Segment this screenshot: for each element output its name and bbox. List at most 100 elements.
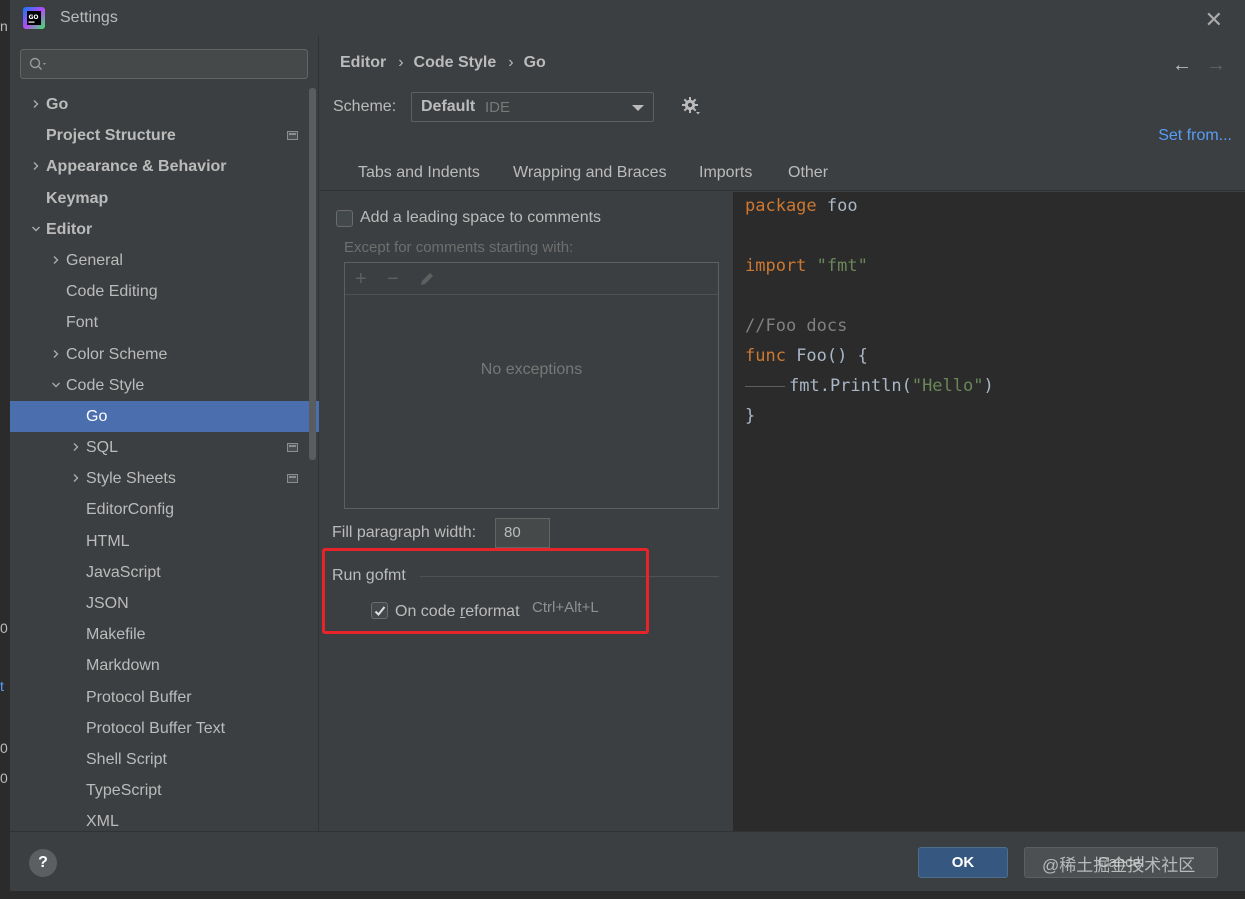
chevron-right-icon[interactable]: [52, 255, 60, 264]
scheme-label: Scheme:: [333, 98, 397, 115]
pencil-icon[interactable]: [418, 270, 436, 288]
arrow-left-icon[interactable]: ←: [1172, 54, 1192, 76]
code-line: //Foo docs: [745, 316, 847, 336]
breadcrumb-separator: ›: [508, 54, 514, 71]
sidebar-item[interactable]: SQL: [10, 432, 310, 463]
code-line: fmt.Println("Hello"): [745, 376, 994, 396]
arrow-right-icon[interactable]: →: [1206, 54, 1226, 76]
chevron-down-icon[interactable]: [52, 381, 60, 389]
sidebar-item-label: Protocol Buffer: [86, 688, 192, 706]
sidebar-item[interactable]: JavaScript: [10, 557, 310, 588]
tab-imports[interactable]: Imports: [699, 164, 752, 182]
code-token: }: [745, 406, 756, 426]
code-token: func: [745, 346, 786, 366]
code-style-tabs: Tabs and Indents Wrapping and Braces Imp…: [320, 152, 1245, 195]
sidebar-item[interactable]: EditorConfig: [10, 494, 310, 525]
sidebar-item-label: Font: [66, 314, 99, 332]
code-token: import: [745, 256, 807, 276]
tab-indicator: [745, 385, 785, 387]
title-bar[interactable]: GO Settings ✕: [10, 0, 1245, 36]
code-line: func Foo() {: [745, 346, 868, 366]
fill-paragraph-input[interactable]: 80: [495, 518, 550, 548]
sidebar-item[interactable]: HTML: [10, 526, 310, 557]
sidebar-item[interactable]: Project Structure: [10, 120, 310, 151]
sidebar-item[interactable]: Appearance & Behavior: [10, 151, 310, 182]
goland-icon: GO: [23, 7, 45, 29]
fill-paragraph-value: 80: [504, 524, 521, 541]
sidebar-item-label: Code Style: [66, 376, 145, 394]
ok-button[interactable]: OK: [918, 847, 1008, 878]
sidebar-item[interactable]: Protocol Buffer Text: [10, 713, 310, 744]
code-token: "fmt": [816, 256, 868, 276]
background-fragment: 0: [0, 740, 8, 756]
sidebar-scrollbar[interactable]: [309, 88, 316, 460]
background-fragment: t: [0, 678, 4, 694]
tab-other[interactable]: Other: [773, 164, 843, 195]
sidebar-item[interactable]: Go: [10, 400, 319, 433]
sidebar-item[interactable]: Style Sheets: [10, 463, 310, 494]
leading-space-label[interactable]: Add a leading space to comments: [360, 209, 601, 227]
svg-text:GO: GO: [29, 14, 39, 21]
chevron-right-icon[interactable]: [32, 162, 40, 171]
code-token: Foo() {: [785, 346, 868, 366]
remove-icon[interactable]: −: [387, 268, 399, 291]
gear-icon[interactable]: [681, 96, 701, 116]
sidebar-item[interactable]: JSON: [10, 588, 310, 619]
sidebar-item-label: General: [66, 251, 123, 269]
tab-tabs-and-indents[interactable]: Tabs and Indents: [358, 164, 480, 182]
sidebar-item-label: Makefile: [86, 626, 146, 644]
sidebar-item-label: JSON: [86, 595, 129, 612]
except-label: Except for comments starting with:: [344, 239, 574, 256]
no-exceptions-text: No exceptions: [480, 361, 583, 378]
sidebar-item[interactable]: Makefile: [10, 619, 310, 650]
sidebar-item[interactable]: Code Editing: [10, 276, 310, 307]
sidebar-item-label: Color Scheme: [66, 345, 168, 363]
scheme-dropdown[interactable]: Default IDE: [411, 92, 654, 122]
sidebar-item-label: SQL: [86, 439, 119, 457]
chevron-down-icon[interactable]: [32, 225, 40, 233]
sidebar-item-label: Markdown: [86, 657, 160, 675]
chevron-right-icon[interactable]: [72, 474, 80, 483]
add-icon[interactable]: +: [355, 268, 367, 291]
sidebar-item-label: JavaScript: [86, 563, 161, 581]
search-input[interactable]: [20, 49, 308, 79]
exceptions-list[interactable]: + − No exceptions: [344, 262, 719, 509]
sidebar-item-label: Keymap: [46, 189, 109, 207]
help-button[interactable]: ?: [29, 849, 57, 877]
sidebar-item[interactable]: Go: [10, 89, 310, 120]
close-icon[interactable]: ✕: [1205, 7, 1223, 33]
sidebar-item[interactable]: Editor: [10, 214, 310, 245]
leading-space-checkbox[interactable]: [336, 210, 353, 227]
breadcrumb-item[interactable]: Editor: [340, 54, 386, 71]
sidebar-item[interactable]: Keymap: [10, 183, 310, 214]
breadcrumb-item[interactable]: Code Style: [414, 54, 497, 71]
sidebar-item[interactable]: Code Style: [10, 370, 310, 401]
chevron-right-icon[interactable]: [52, 349, 60, 358]
fill-paragraph-label: Fill paragraph width:: [332, 524, 477, 541]
background-fragment: 0: [0, 770, 8, 786]
breadcrumb: Editor › Code Style › Go: [340, 54, 552, 72]
dialog-footer: ? OK Cancel @稀土掘金技术社区: [10, 831, 1245, 891]
sidebar-item-label: Style Sheets: [86, 470, 176, 488]
sidebar-item[interactable]: TypeScript: [10, 775, 310, 806]
settings-sidebar: Go Project Structure Appearance & Behavior…: [10, 36, 319, 831]
chevron-right-icon[interactable]: [32, 100, 40, 108]
sidebar-item[interactable]: Color Scheme: [10, 339, 310, 370]
sidebar-item[interactable]: Protocol Buffer: [10, 682, 310, 713]
window-title: Settings: [60, 9, 118, 26]
project-scope-icon: [287, 443, 298, 453]
tab-wrapping-and-braces[interactable]: Wrapping and Braces: [513, 164, 667, 182]
watermark: @稀土掘金技术社区: [1042, 856, 1196, 875]
sidebar-item[interactable]: Markdown: [10, 650, 310, 681]
set-from-link[interactable]: Set from...: [1158, 127, 1232, 145]
sidebar-item[interactable]: General: [10, 245, 310, 276]
chevron-right-icon[interactable]: [72, 443, 80, 452]
annotation-highlight-box: [322, 548, 649, 634]
sidebar-item[interactable]: Shell Script: [10, 744, 310, 775]
scheme-subtitle: IDE: [485, 99, 511, 116]
main-panel: Editor › Code Style › Go ← → Scheme: Default …: [320, 36, 1245, 831]
code-preview: package foo import "fmt" //Foo docs func Fo…: [733, 192, 1245, 831]
scheme-value: Default: [421, 98, 476, 115]
sidebar-item[interactable]: Font: [10, 307, 310, 338]
